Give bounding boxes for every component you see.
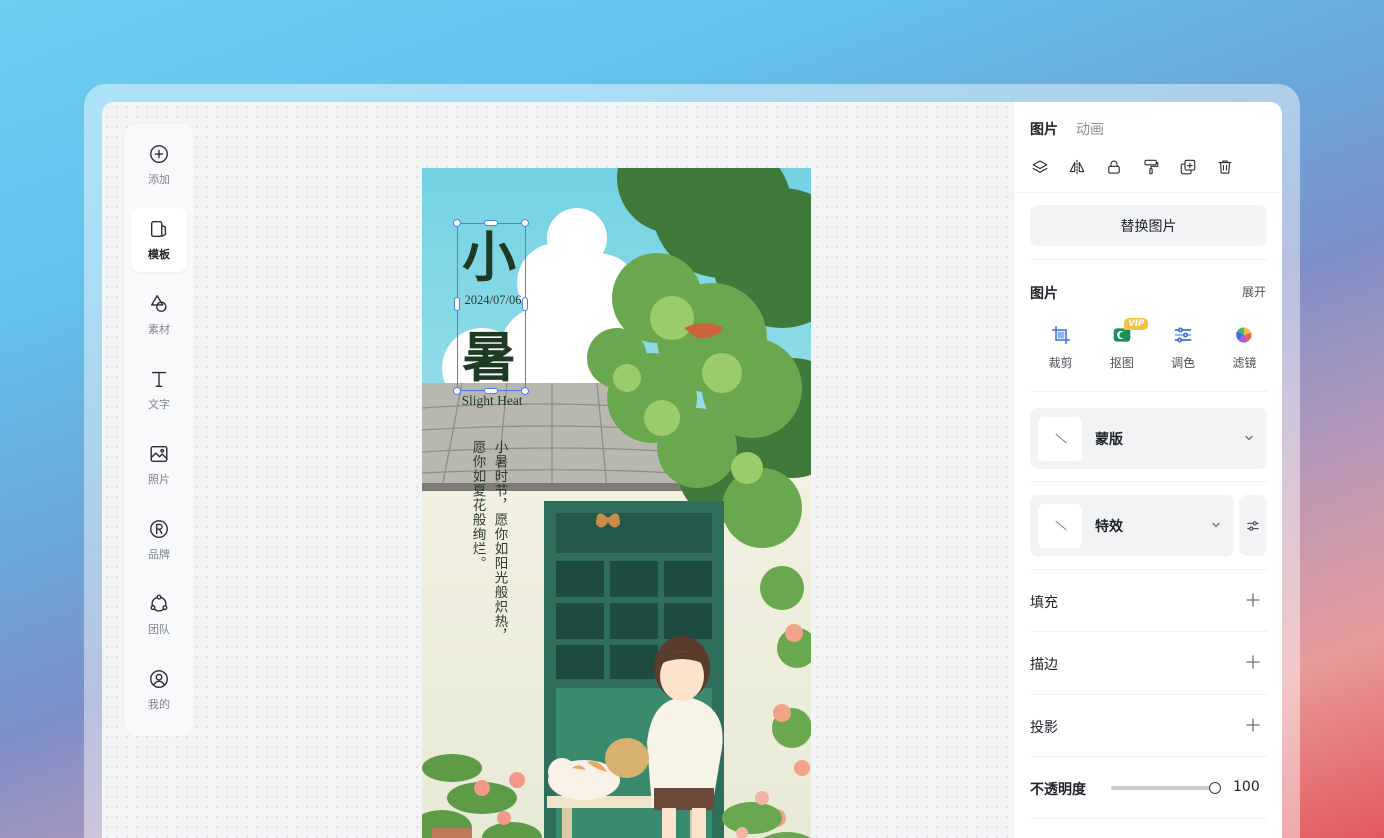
panel-divider: [1030, 259, 1267, 260]
panel-divider: [1030, 569, 1267, 570]
effect-thumbnail: [1038, 503, 1082, 548]
add-fill-plus-icon[interactable]: [1246, 593, 1260, 607]
properties-panel: 图片 动画 替换图片 图片 展开 裁剪 VIP 抠图 调色 滤镜 蒙版 特效 填…: [1013, 102, 1282, 838]
image-icon: [150, 445, 168, 463]
editor-app: 添加 模板 素材 文字 照片 品牌 团队 我的 小 2024/07/06 暑 S…: [102, 102, 1282, 838]
tool-template[interactable]: 模板: [131, 208, 187, 272]
tool-brand[interactable]: 品牌: [131, 508, 187, 572]
layers-button[interactable]: [1030, 156, 1050, 178]
crop-icon: [1051, 325, 1070, 345]
tool-label: 模板: [148, 248, 170, 261]
poster-verse-left: 愿你如夏花般绚烂。: [469, 440, 486, 571]
color-adjust-icon: [1174, 327, 1192, 343]
poster-date: 2024/07/06: [464, 293, 522, 307]
layers-icon: [1032, 160, 1048, 173]
tool-label: 我的: [148, 698, 170, 711]
chevron-down-icon: [1245, 435, 1253, 441]
panel-divider: [1030, 391, 1267, 392]
mask-label: 蒙版: [1095, 431, 1123, 448]
tool-label: 照片: [148, 473, 170, 486]
tab-animation[interactable]: 动画: [1076, 119, 1104, 139]
tool-label: 滤镜: [1232, 356, 1257, 370]
resize-handle-tr[interactable]: [521, 219, 529, 227]
lock-icon: [1108, 160, 1120, 174]
lock-button[interactable]: [1104, 156, 1124, 178]
cutout-tool[interactable]: VIP 抠图: [1091, 318, 1152, 371]
mask-dropdown[interactable]: 蒙版: [1030, 408, 1267, 469]
vip-badge: VIP: [1124, 318, 1149, 330]
effect-label: 特效: [1095, 518, 1123, 535]
design-poster[interactable]: 小 2024/07/06 暑 Slight Heat 小暑时节，愿你如阳光般炽热…: [422, 168, 811, 838]
template-icon: [150, 220, 167, 238]
tool-photo[interactable]: 照片: [131, 433, 187, 497]
delete-button[interactable]: [1215, 156, 1235, 178]
tool-label: 添加: [148, 173, 170, 186]
shapes-icon: [150, 295, 167, 313]
tool-label: 素材: [148, 323, 170, 336]
panel-divider: [1030, 631, 1267, 632]
resize-handle-tl[interactable]: [453, 219, 461, 227]
tool-label: 团队: [148, 623, 170, 636]
registered-icon: [150, 520, 168, 538]
image-tools: 裁剪 VIP 抠图 调色 滤镜: [1030, 318, 1275, 371]
tab-image[interactable]: 图片: [1030, 119, 1058, 139]
flip-icon: [1069, 159, 1085, 175]
add-shadow-plus-icon[interactable]: [1246, 718, 1260, 732]
left-toolbar: 添加 模板 素材 文字 照片 品牌 团队 我的: [124, 124, 194, 736]
opacity-label: 不透明度: [1030, 782, 1086, 798]
filter-tool[interactable]: 滤镜: [1214, 324, 1275, 371]
tool-team[interactable]: 团队: [131, 583, 187, 647]
add-stroke-plus-icon[interactable]: [1246, 655, 1260, 669]
stroke-label: 描边: [1030, 657, 1058, 673]
tool-label: 调色: [1171, 356, 1196, 370]
trash-icon: [1218, 160, 1232, 174]
panel-tabs: 图片 动画: [1030, 119, 1104, 139]
effect-dropdown[interactable]: 特效: [1030, 495, 1234, 556]
poster-subtitle: Slight Heat: [461, 393, 523, 408]
panel-divider: [1014, 192, 1282, 193]
image-section-title: 图片: [1030, 286, 1058, 302]
panel-divider: [1030, 694, 1267, 695]
sliders-icon: [1247, 520, 1259, 531]
opacity-value: 100: [1233, 779, 1260, 795]
tool-material[interactable]: 素材: [131, 283, 187, 347]
poster-verse-right: 小暑时节，愿你如阳光般炽热，: [491, 440, 508, 643]
tool-text[interactable]: 文字: [131, 358, 187, 422]
poster-title-char-2: 暑: [462, 325, 516, 389]
poster-title-char-1: 小: [462, 225, 516, 289]
shadow-label: 投影: [1030, 720, 1058, 736]
team-icon: [150, 594, 168, 612]
text-icon: [151, 371, 167, 388]
format-painter-icon: [1144, 159, 1159, 175]
color-adjust-tool[interactable]: 调色: [1153, 324, 1214, 371]
duplicate-button[interactable]: [1178, 156, 1198, 178]
mask-thumbnail: [1038, 416, 1082, 461]
tool-mine[interactable]: 我的: [131, 658, 187, 722]
tool-label: 品牌: [148, 548, 170, 561]
fill-label: 填充: [1030, 595, 1058, 611]
user-icon: [150, 670, 168, 688]
tool-label: 抠图: [1109, 356, 1134, 370]
opacity-slider-fill: [1111, 786, 1215, 790]
chevron-down-icon: [1212, 522, 1220, 528]
plus-circle-icon: [150, 145, 168, 163]
opacity-slider-knob[interactable]: [1209, 782, 1221, 794]
expand-link[interactable]: 展开: [1242, 283, 1266, 300]
effect-settings-button[interactable]: [1239, 495, 1267, 556]
tool-label: 裁剪: [1048, 356, 1073, 370]
tool-label: 文字: [148, 398, 170, 411]
format-painter-button[interactable]: [1141, 156, 1161, 178]
quick-actions: [1030, 156, 1235, 178]
panel-divider: [1030, 756, 1267, 757]
opacity-slider-track[interactable]: [1111, 786, 1215, 790]
filter-icon: [1236, 327, 1252, 343]
duplicate-icon: [1180, 159, 1196, 175]
tool-add[interactable]: 添加: [131, 133, 187, 197]
panel-divider: [1030, 818, 1267, 819]
panel-divider: [1030, 481, 1267, 482]
replace-image-button[interactable]: 替换图片: [1030, 205, 1267, 246]
crop-tool[interactable]: 裁剪: [1030, 324, 1091, 371]
flip-button[interactable]: [1067, 156, 1087, 178]
